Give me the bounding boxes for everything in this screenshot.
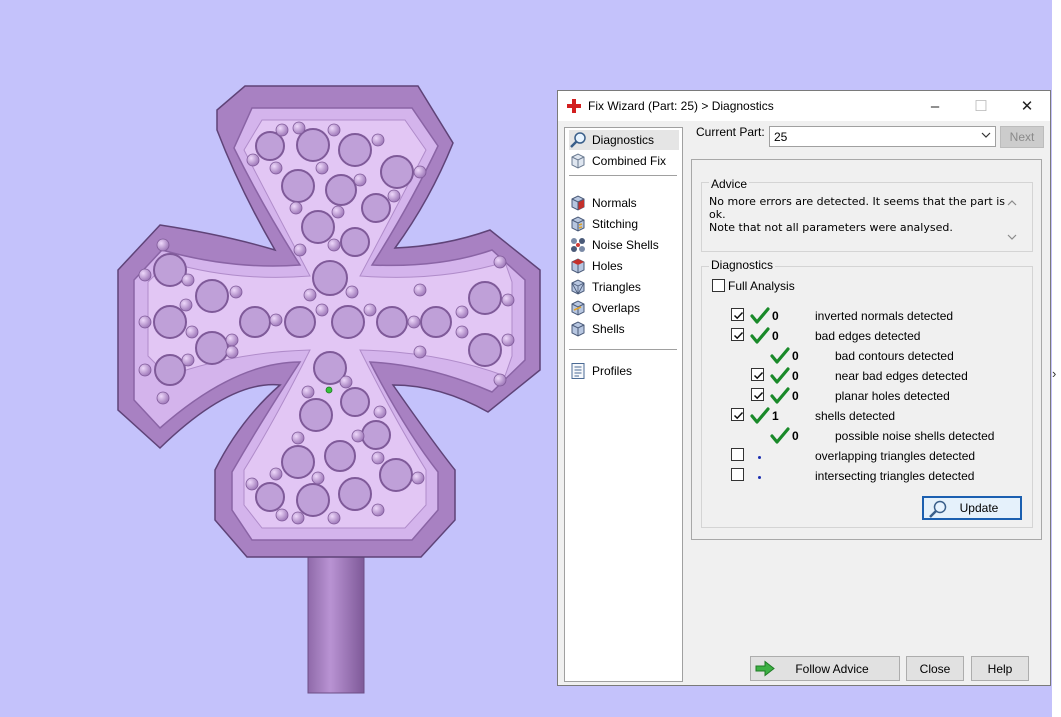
- row-checkbox[interactable]: [731, 468, 744, 481]
- dialog-title: Fix Wizard (Part: 25) > Diagnostics: [588, 99, 774, 113]
- row-label: near bad edges detected: [835, 369, 968, 383]
- nav-item-label: Diagnostics: [592, 133, 655, 147]
- update-label: Update: [959, 501, 999, 515]
- row-label: bad edges detected: [815, 329, 921, 343]
- row-label: overlapping triangles detected: [815, 449, 976, 463]
- row-checkbox[interactable]: [731, 308, 744, 321]
- advice-line: Note that not all parameters were analys…: [709, 221, 953, 234]
- row-checkbox[interactable]: [731, 408, 744, 421]
- normals-cube-icon: [571, 195, 585, 211]
- row-checkbox[interactable]: [731, 448, 744, 461]
- row-label: intersecting triangles detected: [815, 469, 975, 483]
- row-count: 1: [772, 409, 779, 423]
- panel-expand-icon[interactable]: ›: [1052, 366, 1056, 381]
- nav-item-label: Holes: [592, 259, 623, 273]
- nav-item-combined-fix[interactable]: Combined Fix: [569, 151, 679, 171]
- update-button[interactable]: Update: [922, 496, 1022, 520]
- nav-item-holes[interactable]: Holes: [569, 256, 679, 276]
- noise-shells-icon: [571, 238, 585, 252]
- row-count: 0: [772, 309, 779, 323]
- nav-item-label: Stitching: [592, 217, 639, 231]
- maximize-button[interactable]: ☐: [958, 91, 1004, 121]
- row-count: 0: [792, 389, 799, 403]
- row-label: planar holes detected: [835, 389, 950, 403]
- row-count: 0: [772, 329, 779, 343]
- row-label: possible noise shells detected: [835, 429, 995, 443]
- diagnostic-row: 0 inverted normals detected: [558, 307, 1052, 327]
- row-count: 0: [792, 369, 799, 383]
- follow-advice-button[interactable]: Follow Advice: [750, 656, 900, 681]
- nav-item-label: Combined Fix: [592, 154, 667, 168]
- magnifier-icon: [929, 500, 947, 518]
- triangles-cube-icon: [571, 279, 585, 295]
- nav-separator: [569, 175, 677, 176]
- green-arrow-icon: [755, 660, 775, 677]
- nav-item-label: Triangles: [592, 280, 641, 294]
- nav-item-triangles[interactable]: Triangles: [569, 277, 679, 297]
- current-part-value: 25: [774, 130, 788, 144]
- current-part-select[interactable]: 25: [769, 126, 996, 147]
- holes-cube-icon: [571, 258, 585, 274]
- advice-scrollbar[interactable]: [1004, 195, 1020, 245]
- cube-icon: [571, 153, 585, 169]
- scroll-down-icon[interactable]: [1007, 233, 1017, 241]
- origin-marker: [325, 386, 333, 394]
- advice-line: No more errors are detected. It seems th…: [709, 195, 1006, 221]
- full-analysis-checkbox[interactable]: [712, 279, 725, 292]
- current-part-label: Current Part:: [696, 125, 765, 139]
- nav-item-diagnostics[interactable]: Diagnostics: [569, 130, 679, 150]
- diagnostic-row: 0 bad edges detected: [558, 327, 1052, 347]
- not-analysed-dot-icon: [758, 476, 761, 479]
- advice-title: Advice: [709, 177, 750, 191]
- green-check-icon: [770, 387, 790, 404]
- diagnostic-row: 0 possible noise shells detected: [558, 427, 1052, 447]
- minimize-button[interactable]: –: [912, 91, 958, 121]
- help-button[interactable]: Help: [971, 656, 1029, 681]
- diagnostic-row: intersecting triangles detected: [558, 467, 1052, 487]
- green-check-icon: [770, 427, 790, 444]
- diagnostic-row: overlapping triangles detected: [558, 447, 1052, 467]
- next-button[interactable]: Next: [1000, 126, 1044, 148]
- nav-item-label: Noise Shells: [592, 238, 659, 252]
- dialog-titlebar[interactable]: Fix Wizard (Part: 25) > Diagnostics – ☐ …: [558, 91, 1050, 121]
- green-check-icon: [750, 407, 770, 424]
- advice-text: No more errors are detected. It seems th…: [709, 195, 1005, 234]
- row-checkbox[interactable]: [731, 328, 744, 341]
- diagnostic-row: 0 near bad edges detected: [558, 367, 1052, 387]
- row-label: inverted normals detected: [815, 309, 954, 323]
- fix-wizard-dialog: Fix Wizard (Part: 25) > Diagnostics – ☐ …: [557, 90, 1051, 686]
- stitching-cube-icon: [571, 216, 585, 232]
- part-stem: [307, 534, 365, 694]
- nav-item-normals[interactable]: Normals: [569, 193, 679, 213]
- row-label: shells detected: [815, 409, 896, 423]
- row-checkbox[interactable]: [751, 368, 764, 381]
- follow-advice-label: Follow Advice: [795, 661, 869, 676]
- row-count: 0: [792, 349, 799, 363]
- row-count: 0: [792, 429, 799, 443]
- nav-item-stitching[interactable]: Stitching: [569, 214, 679, 234]
- green-check-icon: [770, 367, 790, 384]
- viewport-right-edge: ›: [1052, 0, 1061, 717]
- close-button[interactable]: Close: [906, 656, 964, 681]
- diagnostic-row: 0 bad contours detected: [558, 347, 1052, 367]
- diagnostic-row: 0 planar holes detected: [558, 387, 1052, 407]
- nav-item-label: Normals: [592, 196, 637, 210]
- green-check-icon: [750, 307, 770, 324]
- not-analysed-dot-icon: [758, 456, 761, 459]
- row-label: bad contours detected: [835, 349, 954, 363]
- diagnostic-row: 1 shells detected: [558, 407, 1052, 427]
- scroll-up-icon[interactable]: [1007, 199, 1017, 207]
- red-cross-icon: [567, 99, 581, 113]
- nav-item-noise-shells[interactable]: Noise Shells: [569, 235, 679, 255]
- diagnostics-title: Diagnostics: [709, 258, 776, 272]
- close-window-button[interactable]: ✕: [1004, 91, 1050, 121]
- green-check-icon: [770, 347, 790, 364]
- chevron-down-icon: [981, 132, 991, 138]
- green-check-icon: [750, 327, 770, 344]
- full-analysis-label: Full Analysis: [728, 279, 795, 293]
- magnifier-icon: [570, 132, 586, 148]
- row-checkbox[interactable]: [751, 388, 764, 401]
